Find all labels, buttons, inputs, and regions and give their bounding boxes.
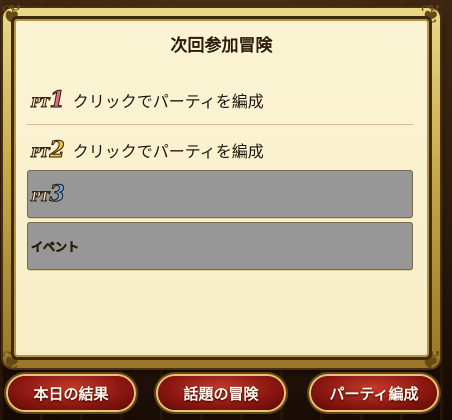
next-adventure-dialog: ❦ ❦ ❦ ❦ 次回参加冒険 PT 1 クリックでパーティを編成 PT 2 クリック… <box>1 0 442 376</box>
today-results-button[interactable]: 本日の結果 <box>8 376 134 410</box>
party-slot-2[interactable]: PT 2 クリックでパーティを編成 <box>27 126 413 175</box>
pt-badge-label: PT <box>30 146 50 162</box>
pt-badge-number: 3 <box>49 181 65 208</box>
party-formation-button[interactable]: パーティ編成 <box>311 376 437 410</box>
pt-badge-number: 2 <box>49 137 65 164</box>
pt-badge-3: PT 3 <box>30 181 65 208</box>
pt-badge-2: PT 2 <box>30 137 65 164</box>
event-slot[interactable]: イベント <box>27 222 413 270</box>
pt-badge-1: PT 1 <box>30 87 65 114</box>
dialog-title: 次回参加冒険 <box>170 36 273 56</box>
trending-adventures-button[interactable]: 話題の冒険 <box>158 376 284 410</box>
party-slot-3[interactable]: PT 3 <box>27 170 413 218</box>
event-badge: イベント <box>31 239 80 254</box>
party-slot-text: クリックでパーティを編成 <box>72 142 264 161</box>
party-slot-1[interactable]: PT 1 クリックでパーティを編成 <box>27 76 413 125</box>
pt-badge-label: PT <box>30 96 50 112</box>
pt-badge-label: PT <box>30 190 50 206</box>
pt-badge-number: 1 <box>49 87 65 114</box>
party-slot-text: クリックでパーティを編成 <box>72 92 264 111</box>
